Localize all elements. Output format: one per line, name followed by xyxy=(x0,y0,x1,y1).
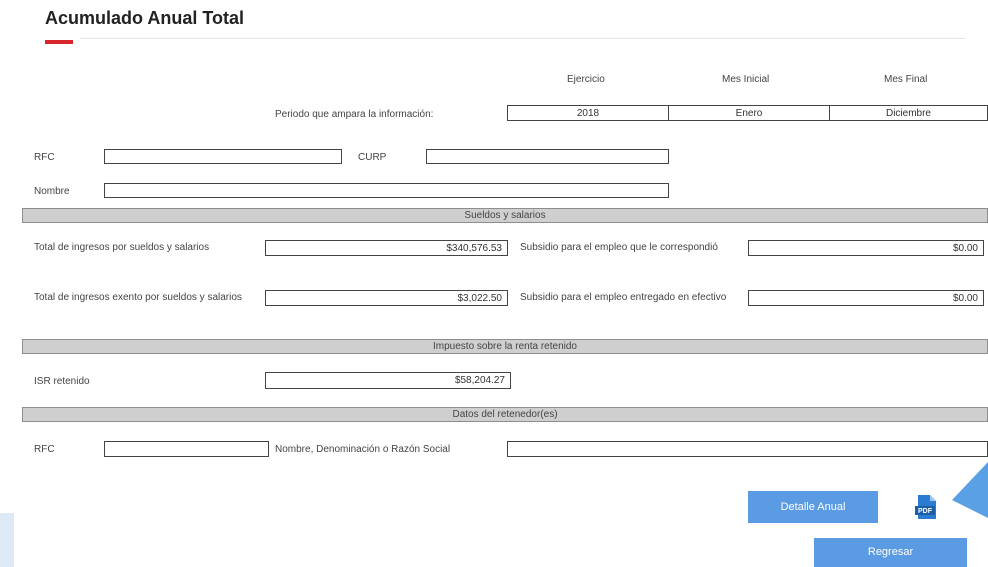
header-mes-final: Mes Final xyxy=(884,74,928,85)
subsidio-corresp-label: Subsidio para el empleo que le correspon… xyxy=(520,242,718,253)
nombre-label: Nombre xyxy=(34,186,70,197)
background-strip xyxy=(0,513,14,567)
mes-inicial-field[interactable]: Enero xyxy=(668,105,830,121)
section-isr-header: Impuesto sobre la renta retenido xyxy=(22,339,988,354)
curp-label: CURP xyxy=(358,152,387,163)
title-divider xyxy=(80,38,965,39)
isr-field[interactable]: $58,204.27 xyxy=(265,372,511,389)
retenedor-rfc-field[interactable] xyxy=(104,441,269,457)
isr-label: ISR retenido xyxy=(34,376,90,387)
retenedor-nombre-field[interactable] xyxy=(507,441,988,457)
curp-field[interactable] xyxy=(426,149,669,164)
title-accent-underline xyxy=(45,40,73,44)
pdf-icon-text: PDF xyxy=(918,508,933,515)
nombre-field[interactable] xyxy=(104,183,669,198)
total-exento-label: Total de ingresos exento por sueldos y s… xyxy=(34,292,242,303)
total-ingresos-field[interactable]: $340,576.53 xyxy=(265,240,508,256)
pdf-icon[interactable]: PDF xyxy=(913,493,941,521)
regresar-button[interactable]: Regresar xyxy=(814,538,967,567)
retenedor-nombre-label: Nombre, Denominación o Razón Social xyxy=(275,444,451,455)
header-mes-inicial: Mes Inicial xyxy=(722,74,770,85)
retenedor-rfc-label: RFC xyxy=(34,444,55,455)
mes-final-field[interactable]: Diciembre xyxy=(829,105,988,121)
pointer-arrow-icon xyxy=(948,460,988,520)
detalle-anual-button[interactable]: Detalle Anual xyxy=(748,491,878,523)
subsidio-entregado-label: Subsidio para el empleo entregado en efe… xyxy=(520,292,727,303)
subsidio-corresp-field[interactable]: $0.00 xyxy=(748,240,984,256)
ejercicio-field[interactable]: 2018 xyxy=(507,105,669,121)
total-exento-field[interactable]: $3,022.50 xyxy=(265,290,508,306)
header-ejercicio: Ejercicio xyxy=(567,74,605,85)
rfc-label: RFC xyxy=(34,152,55,163)
section-retenedor-header: Datos del retenedor(es) xyxy=(22,407,988,422)
period-label: Periodo que ampara la información: xyxy=(275,109,434,120)
section-sueldos-header: Sueldos y salarios xyxy=(22,208,988,223)
rfc-field[interactable] xyxy=(104,149,342,164)
page-title: Acumulado Anual Total xyxy=(45,8,245,28)
subsidio-entregado-field[interactable]: $0.00 xyxy=(748,290,984,306)
total-ingresos-label: Total de ingresos por sueldos y salarios xyxy=(34,242,210,253)
